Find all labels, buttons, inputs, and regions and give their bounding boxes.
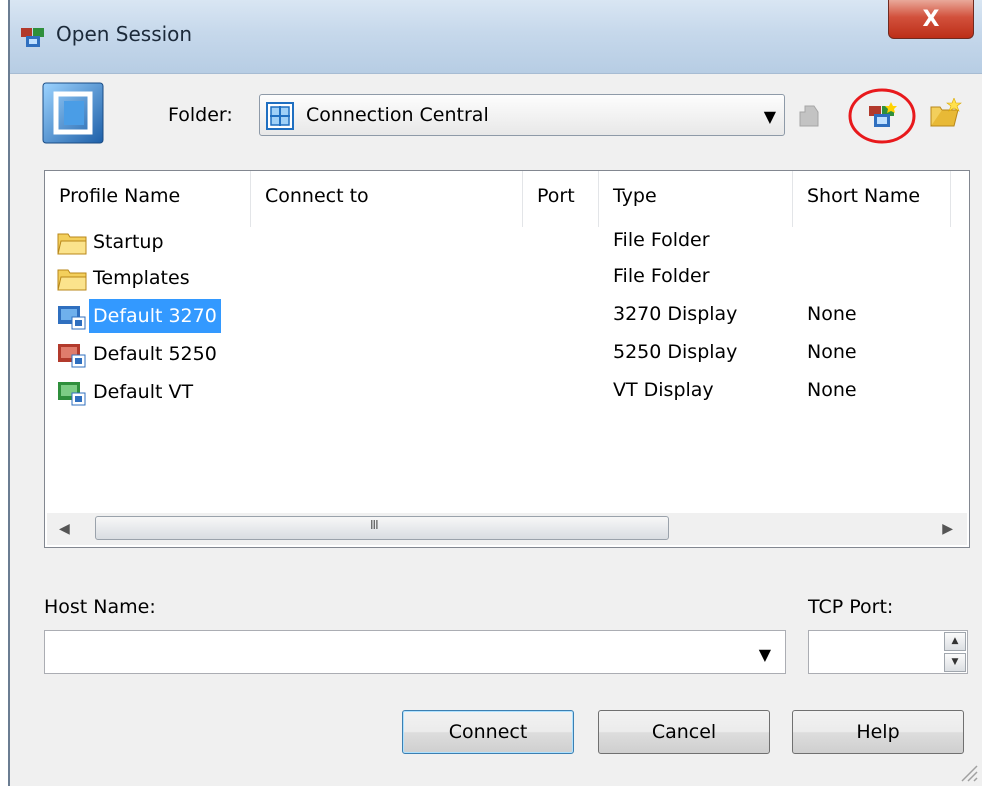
spin-down-icon[interactable]: ▼	[944, 653, 966, 672]
profile-type: File Folder	[613, 229, 710, 251]
folder-select-value: Connection Central	[306, 104, 489, 126]
title-bar[interactable]: Open Session X	[10, 0, 982, 74]
window-title: Open Session	[56, 22, 193, 46]
profile-short-name: None	[807, 379, 857, 401]
profile-name: Templates	[93, 267, 190, 289]
host-name-combo[interactable]: ▼	[44, 630, 786, 674]
session-5250-icon	[58, 344, 86, 368]
connection-central-logo-icon	[42, 82, 104, 144]
new-session-icon[interactable]	[867, 101, 897, 131]
resize-grip-icon[interactable]	[956, 760, 978, 782]
session-vt-icon	[58, 382, 86, 406]
profile-short-name: None	[807, 341, 857, 363]
profile-type: File Folder	[613, 265, 710, 287]
list-item[interactable]: Startup File Folder	[45, 225, 969, 261]
chevron-down-icon[interactable]: ▼	[764, 107, 776, 126]
help-button-label: Help	[856, 721, 900, 743]
profile-name: Default 5250	[93, 343, 217, 365]
connection-central-icon	[266, 102, 294, 130]
profile-type: VT Display	[613, 379, 714, 401]
folder-label: Folder:	[168, 104, 233, 126]
connect-button[interactable]: Connect	[402, 710, 574, 754]
open-session-dialog: Open Session X Folder: Connection Centra…	[8, 0, 982, 786]
profile-list[interactable]: Profile Name Connect to Port Type Short …	[44, 170, 970, 548]
list-item[interactable]: Default 5250 5250 Display None	[45, 337, 969, 373]
column-header-port[interactable]: Port	[523, 171, 599, 227]
list-item[interactable]: Default VT VT Display None	[45, 375, 969, 411]
connect-button-label: Connect	[448, 721, 528, 743]
profile-type: 3270 Display	[613, 303, 738, 325]
profile-name: Default VT	[93, 381, 194, 403]
column-header-type[interactable]: Type	[599, 171, 793, 227]
column-header-short-name[interactable]: Short Name	[793, 171, 951, 227]
folder-icon	[57, 269, 87, 291]
column-header-connect-to[interactable]: Connect to	[251, 171, 523, 227]
cancel-button-label: Cancel	[651, 721, 717, 743]
scroll-right-icon[interactable]: ▶	[942, 521, 953, 537]
host-name-label: Host Name:	[44, 596, 156, 618]
spin-up-icon[interactable]: ▲	[944, 632, 966, 651]
list-item-selected[interactable]: Default 3270 3270 Display None	[45, 299, 969, 335]
list-header: Profile Name Connect to Port Type Short …	[45, 171, 969, 227]
help-button[interactable]: Help	[792, 710, 964, 754]
scroll-grip: III	[370, 518, 379, 532]
folder-select[interactable]: Connection Central ▼	[259, 94, 785, 136]
scroll-left-icon[interactable]: ◀	[59, 521, 70, 537]
close-button[interactable]: X	[888, 0, 974, 39]
profile-type: 5250 Display	[613, 341, 738, 363]
tcp-port-label: TCP Port:	[808, 596, 894, 618]
app-icon	[21, 28, 44, 47]
list-item[interactable]: Templates File Folder	[45, 261, 969, 297]
session-3270-icon	[58, 306, 86, 330]
scrollbar-thumb[interactable]: III	[95, 516, 669, 540]
chevron-down-icon[interactable]: ▼	[759, 645, 771, 664]
close-icon: X	[922, 6, 940, 32]
up-folder-icon[interactable]	[794, 100, 824, 130]
folder-icon	[57, 233, 87, 255]
tcp-port-field[interactable]: ▲ ▼	[808, 630, 968, 674]
horizontal-scrollbar[interactable]: ◀ III ▶	[47, 513, 967, 545]
profile-name: Default 3270	[89, 299, 221, 333]
profile-short-name: None	[807, 303, 857, 325]
cancel-button[interactable]: Cancel	[598, 710, 770, 754]
profile-name: Startup	[93, 231, 164, 253]
column-header-profile-name[interactable]: Profile Name	[45, 171, 251, 227]
new-folder-icon[interactable]	[928, 98, 962, 130]
